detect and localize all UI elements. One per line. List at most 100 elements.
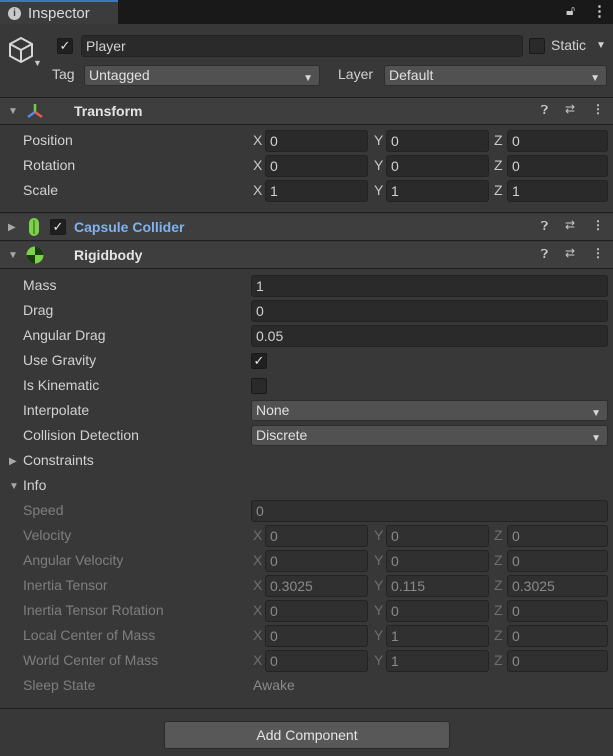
x-value-field: 0 xyxy=(265,625,368,647)
z-axis-label[interactable]: Z xyxy=(494,157,503,173)
foldout-expanded-icon[interactable]: ▼ xyxy=(8,106,18,117)
layer-label: Layer xyxy=(338,66,374,82)
add-component-button[interactable]: Add Component xyxy=(164,721,450,749)
x-value-field[interactable]: 0 xyxy=(265,155,368,177)
y-value-field[interactable]: 1 xyxy=(386,180,489,202)
presets-icon[interactable]: ⇄ xyxy=(565,218,575,232)
x-axis-label: X xyxy=(253,577,263,593)
x-axis-label[interactable]: X xyxy=(253,182,262,198)
mass-label: Mass xyxy=(23,277,57,293)
z-axis-label: Z xyxy=(494,652,503,668)
y-axis-label[interactable]: Y xyxy=(374,157,383,173)
z-value-field[interactable]: 0 xyxy=(507,155,608,177)
y-axis-label: Y xyxy=(374,552,384,568)
y-value-field: 0 xyxy=(386,525,489,547)
x-axis-label: X xyxy=(253,527,263,543)
static-dropdown-arrow-icon[interactable]: ▼ xyxy=(596,40,606,51)
use-gravity-checkbox[interactable]: ✓ xyxy=(251,353,267,369)
y-axis-label: Y xyxy=(374,602,384,618)
static-checkbox[interactable] xyxy=(529,38,545,54)
z-axis-label[interactable]: Z xyxy=(494,182,503,198)
constraints-foldout-icon[interactable]: ▶ xyxy=(9,456,17,467)
row-label: Angular Velocity xyxy=(23,552,124,568)
component-menu-icon[interactable]: ⋮ xyxy=(592,218,604,232)
tag-value: Untagged xyxy=(89,67,150,83)
drag-label: Drag xyxy=(23,302,54,318)
z-axis-label: Z xyxy=(494,602,503,618)
collider-enabled-checkbox[interactable]: ✓ xyxy=(50,219,66,235)
tab-inspector[interactable]: i Inspector xyxy=(0,0,118,24)
is-kinematic-label: Is Kinematic xyxy=(23,377,100,393)
x-value-field[interactable]: 1 xyxy=(265,180,368,202)
rigidbody-header[interactable]: ▼ Rigidbody ❓︎ ⇄ ⋮ xyxy=(0,242,613,268)
presets-icon[interactable]: ⇄ xyxy=(565,102,575,116)
icon-dropdown-arrow-icon[interactable]: ▼ xyxy=(33,58,42,68)
z-value-field: 0 xyxy=(507,625,608,647)
interpolate-dropdown[interactable]: None ▼ xyxy=(251,400,608,421)
info-foldout-icon[interactable]: ▼ xyxy=(9,481,19,492)
z-value-field: 0 xyxy=(507,525,608,547)
capsule-collider-icon xyxy=(29,218,39,236)
y-value-field: 0 xyxy=(386,600,489,622)
y-value-field: 0.115 xyxy=(386,575,489,597)
info-label[interactable]: Info xyxy=(23,477,46,493)
z-value-field[interactable]: 0 xyxy=(507,130,608,152)
more-options-icon[interactable]: ⋮ xyxy=(592,2,607,20)
y-axis-label[interactable]: Y xyxy=(374,182,383,198)
active-checkbox[interactable]: ✓ xyxy=(57,38,73,54)
collision-detection-dropdown[interactable]: Discrete ▼ xyxy=(251,425,608,446)
info-icon: i xyxy=(8,7,21,20)
rigidbody-title: Rigidbody xyxy=(74,247,143,263)
help-icon[interactable]: ❓︎ xyxy=(541,103,548,118)
row-label: Local Center of Mass xyxy=(23,627,156,643)
row-label: Inertia Tensor xyxy=(23,577,108,593)
gameobject-name-field[interactable]: Player xyxy=(81,35,523,57)
x-axis-label: X xyxy=(253,602,263,618)
x-axis-label[interactable]: X xyxy=(253,157,262,173)
y-axis-label: Y xyxy=(374,527,384,543)
component-menu-icon[interactable]: ⋮ xyxy=(592,246,604,260)
presets-icon[interactable]: ⇄ xyxy=(565,246,575,260)
transform-header[interactable]: ▼ Transform ❓︎ ⇄ ⋮ xyxy=(0,98,613,124)
x-axis-label: X xyxy=(253,627,263,643)
angular-drag-field[interactable]: 0.05 xyxy=(251,325,608,347)
row-label: Position xyxy=(23,132,73,148)
row-label: Rotation xyxy=(23,157,76,173)
mass-field[interactable]: 1 xyxy=(251,275,608,297)
layer-dropdown[interactable]: Default ▼ xyxy=(384,65,607,86)
y-axis-label[interactable]: Y xyxy=(374,132,383,148)
z-value-field[interactable]: 1 xyxy=(507,180,608,202)
foldout-expanded-icon[interactable]: ▼ xyxy=(8,250,18,261)
collision-detection-value: Discrete xyxy=(256,427,308,443)
divider xyxy=(0,708,613,709)
capsule-collider-title: Capsule Collider xyxy=(74,219,185,235)
z-axis-label: Z xyxy=(494,577,503,593)
help-icon[interactable]: ❓︎ xyxy=(541,219,548,234)
layer-value: Default xyxy=(389,67,434,83)
y-value-field[interactable]: 0 xyxy=(386,155,489,177)
x-axis-label: X xyxy=(253,552,263,568)
y-value-field[interactable]: 0 xyxy=(386,130,489,152)
gameobject-cube-icon[interactable] xyxy=(7,36,35,64)
tag-label: Tag xyxy=(52,66,75,82)
drag-field[interactable]: 0 xyxy=(251,300,608,322)
is-kinematic-checkbox[interactable] xyxy=(251,378,267,394)
constraints-label[interactable]: Constraints xyxy=(23,452,94,468)
speed-label: Speed xyxy=(23,502,64,518)
collision-detection-label: Collision Detection xyxy=(23,427,139,443)
transform-title: Transform xyxy=(74,103,143,119)
capsule-collider-header[interactable]: ▶ ✓ Capsule Collider ❓︎ ⇄ ⋮ xyxy=(0,214,613,240)
lock-icon[interactable]: 🔓︎ xyxy=(566,2,575,19)
y-axis-label: Y xyxy=(374,577,384,593)
chevron-down-icon: ▼ xyxy=(590,73,600,84)
foldout-collapsed-icon[interactable]: ▶ xyxy=(8,222,16,233)
help-icon[interactable]: ❓︎ xyxy=(541,247,548,262)
component-menu-icon[interactable]: ⋮ xyxy=(592,102,604,116)
speed-field: 0 xyxy=(251,500,608,522)
static-label[interactable]: Static xyxy=(551,37,586,53)
tag-dropdown[interactable]: Untagged ▼ xyxy=(84,65,320,86)
x-value-field[interactable]: 0 xyxy=(265,130,368,152)
x-value-field: 0 xyxy=(265,550,368,572)
x-axis-label[interactable]: X xyxy=(253,132,262,148)
z-axis-label[interactable]: Z xyxy=(494,132,503,148)
